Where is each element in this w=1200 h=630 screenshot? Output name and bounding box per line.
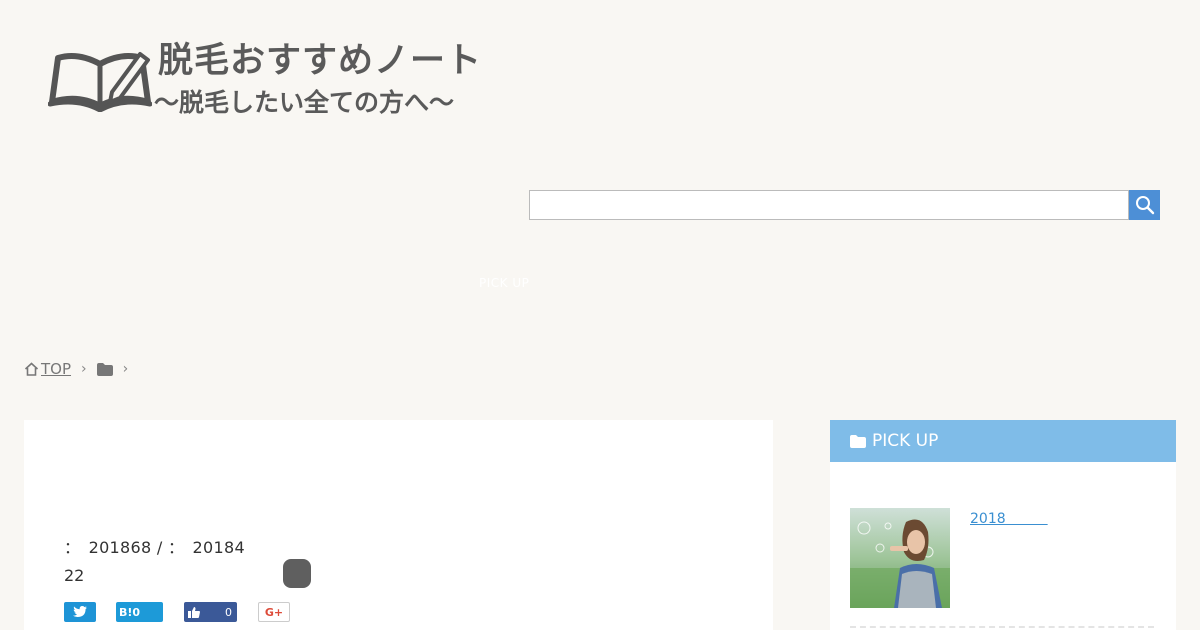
nav-item-pickup[interactable]: PICK UP	[479, 276, 529, 290]
folder-icon	[850, 434, 866, 448]
sidebar-heading: PICK UP	[830, 420, 1176, 462]
sidebar-article-link[interactable]: 2018	[970, 508, 1048, 608]
site-title: 脱毛おすすめノート	[158, 41, 483, 81]
facebook-like-count: 0	[225, 605, 232, 619]
book-pen-logo-icon	[48, 52, 152, 112]
facebook-like-icon	[188, 606, 200, 618]
article-dates: ： 201868 / ： 20184	[64, 538, 245, 557]
share-buttons: B!0 0 G+	[64, 602, 290, 622]
chevron-right-icon: ›	[81, 361, 87, 377]
google-plus-button[interactable]: G+	[258, 602, 290, 622]
list-item[interactable]: 2018	[850, 508, 1048, 608]
search-form	[529, 190, 1160, 220]
breadcrumb-top-link[interactable]: TOP	[41, 360, 71, 378]
chevron-right-icon: ›	[122, 361, 129, 377]
category-badge[interactable]	[283, 559, 311, 588]
breadcrumb: TOP › ›	[24, 360, 138, 378]
search-input[interactable]	[529, 190, 1129, 220]
home-icon	[24, 362, 39, 376]
article-card: ： 201868 / ： 20184 22 B!0 0 G+	[24, 420, 773, 630]
search-icon	[1135, 196, 1154, 215]
twitter-share-button[interactable]	[64, 602, 96, 622]
divider	[850, 626, 1154, 628]
article-thumbnail[interactable]	[850, 508, 950, 608]
site-tagline: 〜脱毛したい全ての方へ〜	[154, 88, 455, 117]
folder-icon[interactable]	[96, 362, 113, 376]
sidebar-pickup-widget: PICK UP 2018	[830, 420, 1176, 630]
facebook-like-button[interactable]: 0	[184, 602, 237, 622]
article-meta: ： 201868 / ： 20184 22	[64, 534, 245, 590]
article-date-day: 22	[64, 566, 85, 585]
search-button[interactable]	[1129, 190, 1160, 220]
site-logo[interactable]: 脱毛おすすめノート 〜脱毛したい全ての方へ〜	[48, 40, 482, 118]
hatena-bookmark-button[interactable]: B!0	[116, 602, 163, 622]
twitter-icon	[73, 606, 87, 617]
sidebar-heading-label: PICK UP	[872, 431, 939, 451]
